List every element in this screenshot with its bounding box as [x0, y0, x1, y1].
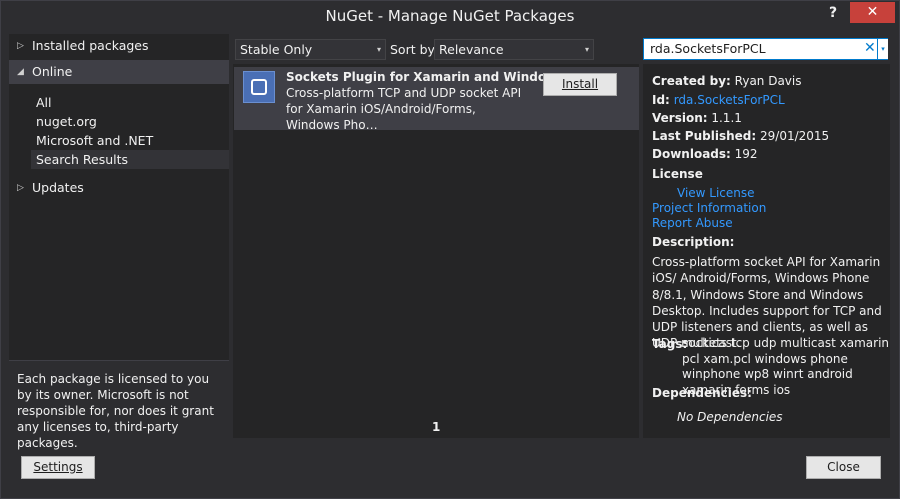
package-name: Sockets Plugin for Xamarin and Windows… — [286, 70, 577, 84]
sidebar-item-all[interactable]: All — [36, 93, 52, 112]
help-button[interactable]: ? — [819, 3, 847, 25]
last-published-row: Last Published: 29/01/2015 — [652, 129, 829, 143]
search-history-dropdown[interactable]: ▾ — [877, 39, 888, 59]
id-label: Id: — [652, 93, 670, 107]
sidebar-item-online[interactable]: ◢ Online — [9, 60, 229, 84]
view-license-link[interactable]: View License — [677, 186, 755, 200]
license-heading: License — [652, 167, 703, 181]
package-list: Sockets Plugin for Xamarin and Windows… … — [233, 64, 639, 438]
window-title: NuGet - Manage NuGet Packages — [325, 7, 575, 25]
sidebar-item-microsoft-net[interactable]: Microsoft and .NET — [36, 131, 153, 150]
sidebar-item-updates[interactable]: ▷ Updates — [9, 176, 229, 200]
sidebar-item-label: Updates — [32, 180, 84, 195]
title-bar: NuGet - Manage NuGet Packages ? ✕ — [1, 1, 899, 32]
package-icon — [243, 71, 275, 103]
sidebar-item-label: Installed packages — [32, 38, 149, 53]
version-label: Version: — [652, 111, 708, 125]
sort-dropdown[interactable]: Relevance ▾ — [434, 39, 594, 60]
license-notice: Each package is licensed to you by its o… — [9, 360, 229, 450]
sidebar-item-search-results[interactable]: Search Results — [31, 150, 229, 169]
close-button[interactable]: Close — [806, 456, 881, 479]
sidebar-item-nuget-org[interactable]: nuget.org — [36, 112, 97, 131]
sort-value: Relevance — [439, 42, 504, 57]
version-value: 1.1.1 — [711, 111, 742, 125]
created-by-value: Ryan Davis — [734, 74, 802, 88]
settings-button-label: Settings — [33, 460, 83, 474]
search-input-value[interactable]: rda.SocketsForPCL — [650, 41, 766, 56]
package-id-link[interactable]: rda.SocketsForPCL — [674, 93, 785, 107]
package-description: Cross-platform TCP and UDP socket API fo… — [286, 86, 522, 132]
version-row: Version: 1.1.1 — [652, 111, 742, 125]
install-button[interactable]: Install — [543, 73, 617, 96]
search-input[interactable]: rda.SocketsForPCL ✕ ▾ — [643, 38, 888, 60]
collapse-arrow-icon[interactable]: ◢ — [17, 60, 24, 84]
downloads-value: 192 — [734, 147, 758, 161]
window-close-button[interactable]: ✕ — [850, 2, 895, 23]
chevron-down-icon: ▾ — [376, 45, 381, 54]
last-published-value: 29/01/2015 — [760, 129, 830, 143]
project-information-link[interactable]: Project Information — [652, 201, 766, 215]
clear-search-icon[interactable]: ✕ — [864, 40, 876, 56]
package-details: Created by: Ryan Davis Id: rda.SocketsFo… — [643, 64, 890, 438]
expand-arrow-icon[interactable]: ▷ — [17, 34, 24, 58]
downloads-row: Downloads: 192 — [652, 147, 758, 161]
sidebar-item-label: Online — [32, 64, 73, 79]
dependencies-heading: Dependencies: — [652, 386, 752, 400]
last-published-label: Last Published: — [652, 129, 757, 143]
downloads-label: Downloads: — [652, 147, 731, 161]
install-button-label: Install — [561, 77, 599, 91]
created-by-label: Created by: — [652, 74, 731, 88]
sort-by-label: Sort by: — [390, 42, 439, 57]
created-by-row: Created by: Ryan Davis — [652, 74, 802, 88]
description-heading: Description: — [652, 235, 735, 249]
settings-button[interactable]: Settings — [21, 456, 95, 479]
sidebar-item-installed-packages[interactable]: ▷ Installed packages — [9, 34, 229, 58]
package-list-item[interactable]: Sockets Plugin for Xamarin and Windows… … — [234, 67, 639, 132]
id-row: Id: rda.SocketsForPCL — [652, 93, 785, 107]
dependencies-value: No Dependencies — [677, 410, 783, 424]
expand-arrow-icon[interactable]: ▷ — [17, 176, 24, 200]
page-number[interactable]: 1 — [432, 420, 440, 434]
filter-dropdown[interactable]: Stable Only ▾ — [235, 39, 386, 60]
close-button-label: Close — [827, 460, 860, 474]
filter-value: Stable Only — [240, 42, 313, 57]
nuget-dialog: NuGet - Manage NuGet Packages ? ✕ ▷ Inst… — [0, 0, 900, 499]
license-notice-text: Each package is licensed to you by its o… — [17, 372, 214, 450]
report-abuse-link[interactable]: Report Abuse — [652, 216, 733, 230]
chevron-down-icon: ▾ — [584, 45, 589, 54]
